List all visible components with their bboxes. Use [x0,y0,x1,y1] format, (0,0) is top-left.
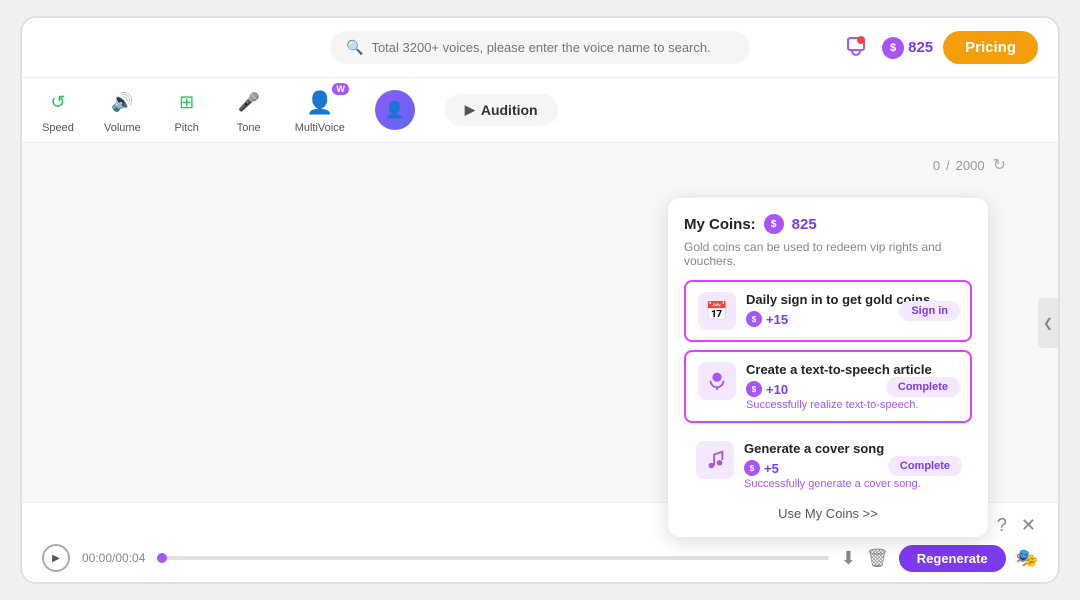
coins-popup: My Coins: $ 825 Gold coins can be used t… [668,198,988,537]
help-button[interactable]: ? [995,513,1009,538]
pricing-button[interactable]: Pricing [943,31,1038,64]
reward-coin-icon-3: $ [744,460,760,476]
time-current: 00:00 [82,551,112,565]
multivoice-label: MultiVoice [295,122,345,134]
search-icon: 🔍 [346,39,363,56]
tool-volume[interactable]: 🔊 Volume [104,87,141,134]
time-total: 00:04 [115,551,145,565]
counter-separator: / [946,158,950,173]
player-controls-row: ▶ 00:00/00:04 ⬇ 🗑 Regenerate 🎭 [42,544,1038,572]
tool-tone[interactable]: 🎤 Tone [233,87,265,134]
close-button[interactable]: ✕ [1019,513,1038,538]
header-right: $ 825 Pricing [840,30,1038,65]
reward-coin-icon-2: $ [746,381,762,397]
avatar-image: 👤 [375,90,415,130]
pitch-icon: ⊞ [171,87,203,119]
coins-popup-desc: Gold coins can be used to redeem vip rig… [684,240,972,268]
multivoice-badge: W [332,83,349,95]
counter-row: 0 / 2000 ↻ [933,153,1008,177]
reward-item-coversong: Generate a cover song $ +5 Successfully … [684,431,972,500]
play-icon: ▶ [465,102,475,118]
player-right-btns: ⬇ 🗑 Regenerate 🎭 [841,545,1038,572]
coins-popup-coin-icon: $ [764,214,784,234]
regenerate-button[interactable]: Regenerate [899,545,1006,572]
refresh-button[interactable]: ↻ [991,153,1008,177]
reward-plus-amount-1: +15 [766,312,788,327]
tool-speed[interactable]: ↺ Speed [42,87,74,134]
volume-icon: 🔊 [106,87,138,119]
reward-success-tts: Successfully realize text-to-speech. [746,399,958,411]
avatar[interactable]: 👤 [375,90,415,130]
reward-icon-calendar: 📅 [698,292,736,330]
search-input[interactable] [371,40,734,55]
reward-title-tts: Create a text-to-speech article [746,362,958,377]
pitch-label: Pitch [174,122,198,134]
reward-icon-tts [698,362,736,400]
coin-amount: 825 [908,39,933,56]
music-icon [704,449,726,471]
play-pause-button[interactable]: ▶ [42,544,70,572]
reward-item-signin: 📅 Daily sign in to get gold coins $ +15 … [684,280,972,342]
microphone-icon [706,368,728,390]
progress-bar[interactable] [157,556,828,560]
multivoice-icon: 👤 [304,87,336,119]
reward-plus-amount-2: +10 [766,382,788,397]
main-content: 0 / 2000 ↻ ❮ My Coins: $ 825 Gold coins … [22,143,1058,502]
coin-balance-button[interactable]: $ 825 [882,37,933,59]
header: 🔍 $ 825 Pricing [22,18,1058,78]
audition-label: Audition [481,102,538,118]
sidebar-toggle[interactable]: ❮ [1038,298,1058,348]
download-button[interactable]: ⬇ [841,548,856,569]
coins-popup-title: My Coins: [684,216,756,233]
reward-item-tts: Create a text-to-speech article $ +10 Su… [684,350,972,423]
sign-in-button[interactable]: Sign in [899,301,960,321]
reward-icon-music [696,441,734,479]
time-display: 00:00/00:04 [82,551,145,565]
reward-success-coversong: Successfully generate a cover song. [744,478,960,490]
coins-popup-header: My Coins: $ 825 [684,214,972,234]
app-container: 🔍 $ 825 Pricing ↺ Speed 🔊 [20,16,1060,584]
tool-multivoice[interactable]: 👤 W MultiVoice [295,87,345,134]
counter-max: 2000 [956,158,985,173]
volume-label: Volume [104,122,141,134]
tts-icon [706,368,728,395]
speed-label: Speed [42,122,74,134]
counter-current: 0 [933,158,940,173]
reward-title-coversong: Generate a cover song [744,441,960,456]
coins-popup-amount: 825 [792,216,817,233]
tool-pitch[interactable]: ⊞ Pitch [171,87,203,134]
reward-coin-icon-1: $ [746,311,762,327]
speed-icon: ↺ [42,87,74,119]
progress-dot [157,553,167,563]
notification-icon [844,34,868,58]
tone-icon: 🎤 [233,87,265,119]
complete-tts-button[interactable]: Complete [886,377,960,397]
complete-coversong-button[interactable]: Complete [888,456,962,476]
coin-icon: $ [882,37,904,59]
search-bar[interactable]: 🔍 [330,31,750,64]
voice-settings-button[interactable]: 🎭 [1016,548,1038,569]
notification-button[interactable] [840,30,872,65]
delete-button[interactable]: 🗑 [866,548,889,569]
reward-plus-amount-3: +5 [764,461,779,476]
toolbar: ↺ Speed 🔊 Volume ⊞ Pitch 🎤 Tone 👤 W Mult… [22,78,1058,143]
use-coins-link[interactable]: Use My Coins >> [684,506,972,521]
audition-button[interactable]: ▶ Audition [445,94,558,126]
tone-label: Tone [237,122,261,134]
